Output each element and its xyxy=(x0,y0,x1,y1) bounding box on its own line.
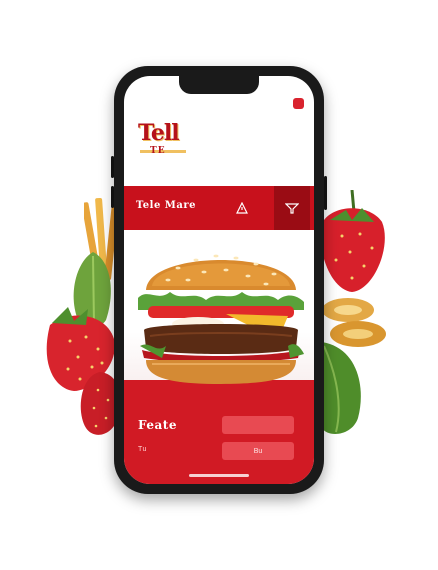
app-logo-subtext: TE xyxy=(150,146,166,156)
app-logo: Tell xyxy=(138,120,180,146)
app-screen: Tell TE Tele Mare Feate Tu Bu xyxy=(124,76,314,484)
volume-up-button xyxy=(111,156,114,178)
header-panel: Tele Mare xyxy=(124,186,314,230)
smartphone-mockup: Tell TE Tele Mare Feate Tu Bu xyxy=(111,66,327,494)
secondary-action-button[interactable]: Bu xyxy=(222,442,294,460)
header-title: Tele Mare xyxy=(136,200,196,211)
power-button xyxy=(324,176,327,210)
cart-icon[interactable] xyxy=(293,98,304,109)
burger-image xyxy=(138,254,304,384)
filter-icon[interactable] xyxy=(274,186,310,230)
volume-down-button xyxy=(111,186,114,208)
home-indicator xyxy=(189,474,249,477)
feature-subtext: Tu xyxy=(138,446,147,453)
lettuce-illustration xyxy=(318,342,361,434)
alert-icon[interactable] xyxy=(224,186,260,230)
feature-title: Feate xyxy=(138,418,177,432)
primary-action-button[interactable] xyxy=(222,416,294,434)
phone-notch xyxy=(179,76,259,94)
